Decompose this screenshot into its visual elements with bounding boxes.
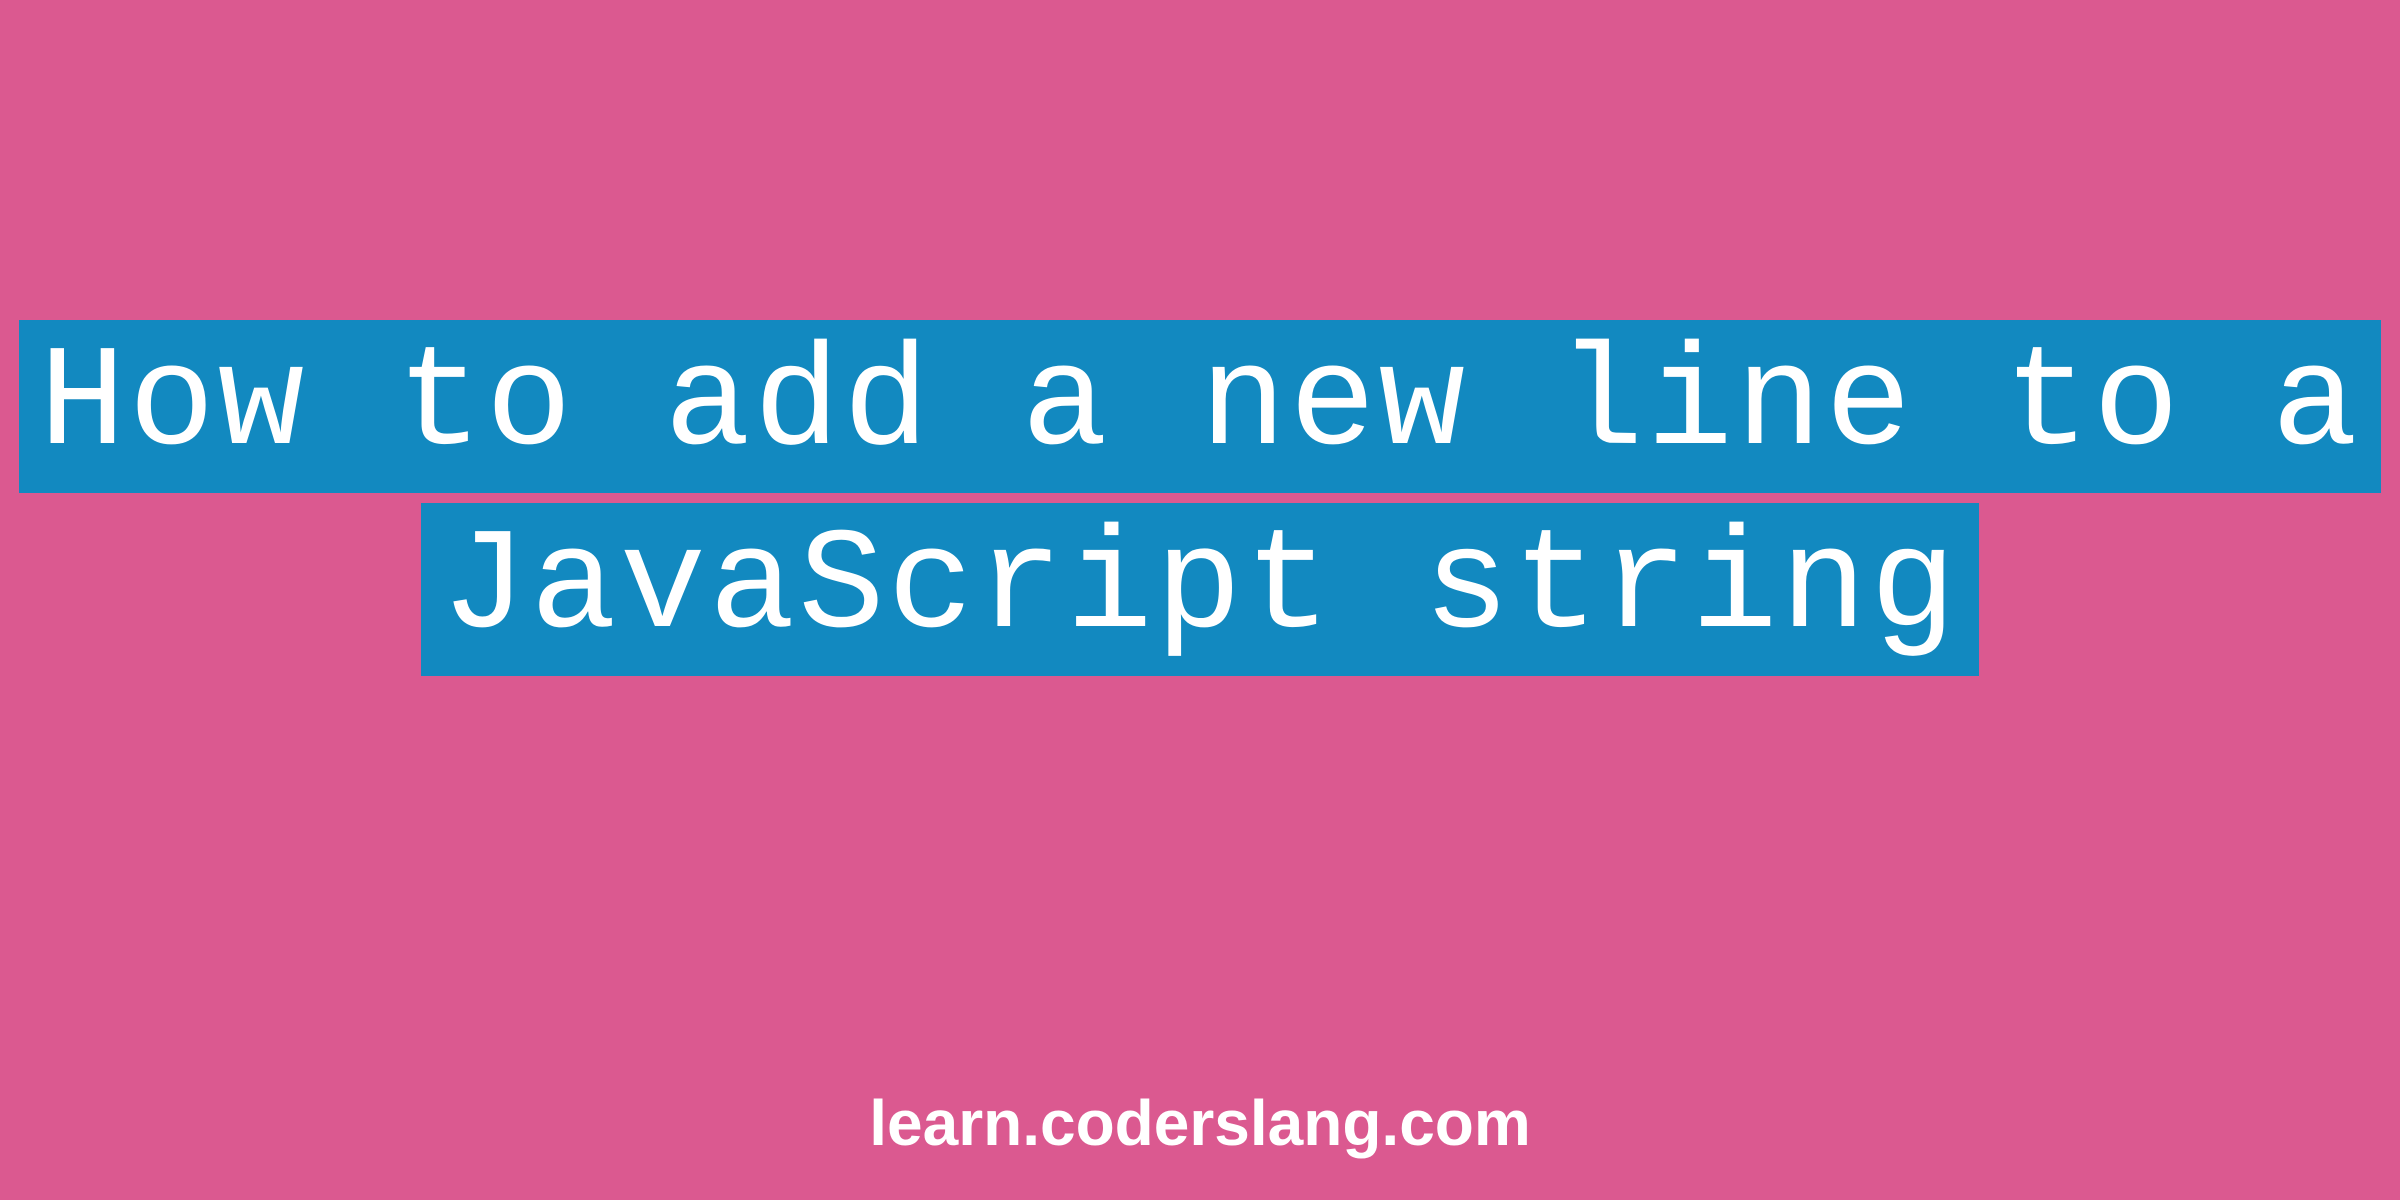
title-line-1: How to add a new line to a <box>19 320 2381 493</box>
site-domain: learn.coderslang.com <box>0 1086 2400 1160</box>
title-line-2: JavaScript string <box>421 503 1979 676</box>
tutorial-title: How to add a new line to a JavaScript st… <box>0 320 2400 676</box>
